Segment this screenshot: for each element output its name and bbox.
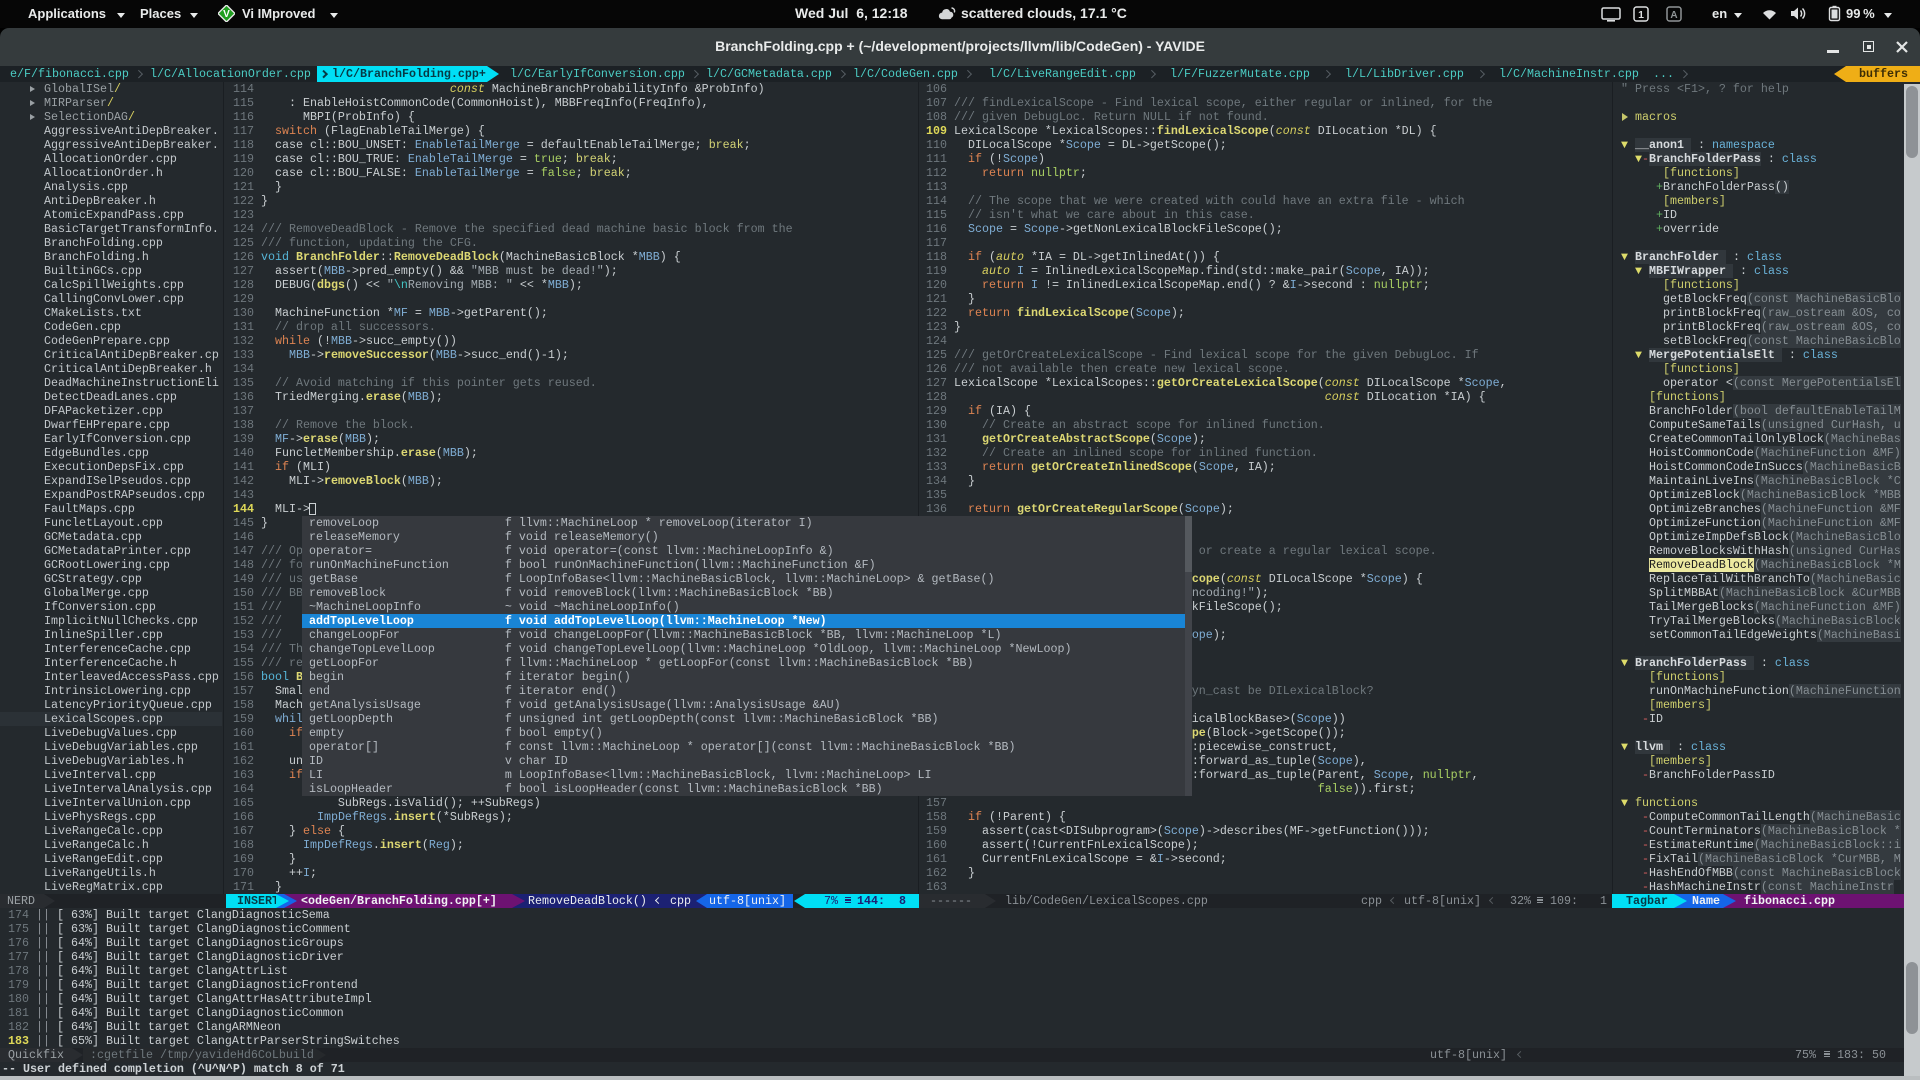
svg-text:A: A [1670,10,1677,21]
svg-text:V: V [223,9,230,20]
svg-text:1: 1 [1638,9,1644,21]
